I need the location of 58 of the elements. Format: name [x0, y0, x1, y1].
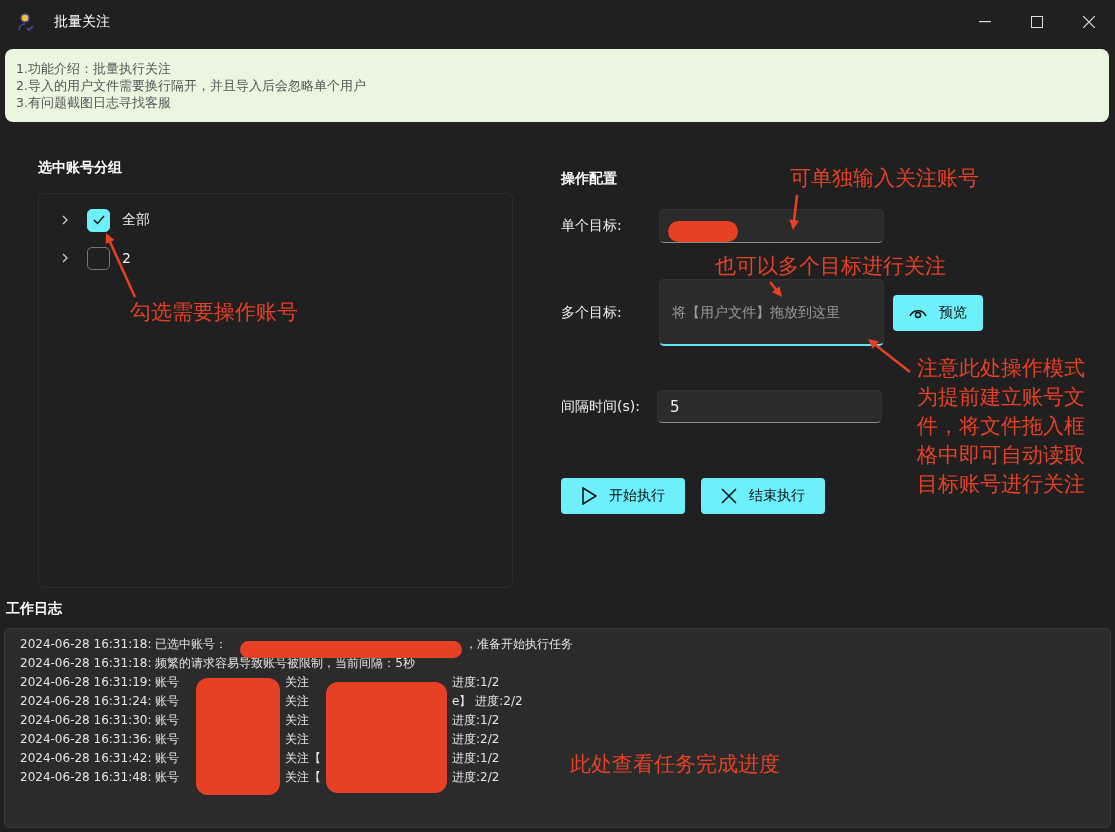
start-button[interactable]: 开始执行 — [561, 478, 685, 514]
redaction-block — [668, 221, 738, 242]
section-title: 操作配置 — [561, 170, 617, 188]
log-text: 2024-06-28 16:31:48: 账号 — [20, 769, 180, 786]
log-text: 关注【 — [285, 769, 321, 786]
minimize-icon — [979, 21, 991, 23]
notice-text: 1.功能介绍：批量执行关注 — [16, 60, 172, 77]
log-text: 进度:2/2 — [452, 769, 500, 786]
log-text: 进度:1/2 — [452, 750, 500, 767]
log-text: 进度:1/2 — [452, 712, 500, 729]
checkbox[interactable] — [87, 246, 110, 270]
annotation-arrow — [868, 339, 911, 373]
tree-item-label: 全部 — [122, 211, 150, 229]
log-text: 2024-06-28 16:31:19: 账号 — [20, 674, 180, 691]
log-text: 关注 — [285, 693, 309, 710]
input-field[interactable]: 5 — [657, 390, 882, 423]
log-text: 2024-06-28 16:31:30: 账号 — [20, 712, 180, 729]
field-label: 多个目标: — [561, 303, 623, 322]
log-text: e】 进度:2/2 — [452, 693, 523, 710]
field-label: 间隔时间(s): — [561, 397, 641, 416]
annotation-text: 注意此处操作模式为提前建立账号文件，将文件拖入框格中即可自动读取目标账号进行关注 — [917, 355, 1086, 498]
close-icon — [721, 488, 737, 504]
log-text: 进度:2/2 — [452, 731, 500, 748]
preview-button[interactable]: 预览 — [893, 294, 983, 331]
notice-text: 3.有问题截图日志寻找客服 — [16, 94, 172, 111]
play-icon — [581, 487, 597, 505]
log-text: 2024-06-28 16:31:42: 账号 — [20, 750, 180, 767]
log-text: 关注 — [285, 674, 309, 691]
field-label: 单个目标: — [561, 217, 623, 235]
user-check-icon — [16, 12, 36, 32]
log-text: 关注【 — [285, 750, 321, 767]
section-title: 选中账号分组 — [38, 159, 122, 177]
maximize-icon — [1031, 16, 1043, 28]
input-field[interactable]: 将【用户文件】拖放到这里 — [659, 279, 884, 346]
checkmark-icon — [92, 215, 105, 225]
log-text: 关注 — [285, 712, 309, 729]
window-title: 批量关注 — [54, 13, 110, 31]
close-icon — [1083, 16, 1095, 28]
log-text: 2024-06-28 16:31:18: 频繁的请求容易导致账号被限制，当前间隔：5秒 — [20, 655, 415, 672]
log-text: 关注 — [285, 731, 309, 748]
stop-button[interactable]: 结束执行 — [701, 478, 825, 514]
annotation-arrow — [789, 194, 799, 230]
annotation-text: 可单独输入关注账号 — [790, 165, 979, 192]
log-text: 进度:1/2 — [452, 674, 500, 691]
notice-text: 2.导入的用户文件需要换行隔开，并且导入后会忽略单个用户 — [16, 77, 367, 94]
annotation-text: 勾选需要操作账号 — [130, 299, 298, 326]
annotation-text: 也可以多个目标进行关注 — [715, 253, 946, 280]
log-text: 2024-06-28 16:31:18: 已选中账号： — [20, 636, 228, 653]
chevron-icon[interactable] — [61, 215, 69, 225]
log-text: 2024-06-28 16:31:24: 账号 — [20, 693, 180, 710]
log-text: 2024-06-28 16:31:36: 账号 — [20, 731, 180, 748]
log-text: ，准备开始执行任务 — [465, 636, 573, 653]
tree-item-label: 2 — [122, 250, 131, 266]
chevron-icon[interactable] — [61, 253, 69, 263]
annotation-arrow — [105, 233, 137, 298]
section-title: 工作日志 — [6, 600, 63, 618]
annotation-arrow — [769, 281, 782, 297]
annotation-text: 此处查看任务完成进度 — [570, 751, 780, 778]
